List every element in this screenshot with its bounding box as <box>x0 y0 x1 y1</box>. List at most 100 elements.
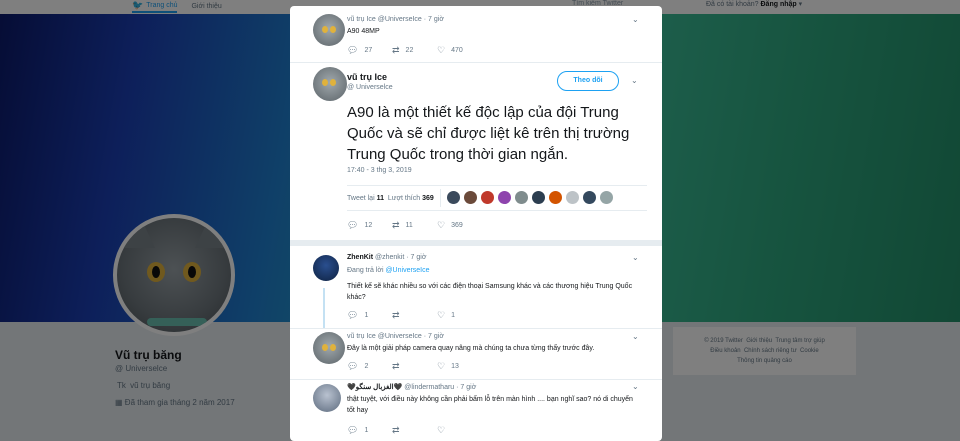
avatar[interactable] <box>313 332 345 364</box>
chevron-down-icon[interactable]: ⌄ <box>632 382 639 391</box>
main-tweet-handle[interactable]: @ Universelce <box>347 84 393 91</box>
avatar[interactable] <box>313 384 341 412</box>
reply-count: 1 <box>364 427 369 434</box>
liker-avatar[interactable] <box>480 190 494 204</box>
reply-button[interactable]: 💬︎ 27 <box>347 45 392 56</box>
tweet-author[interactable]: 🖤الغزبال سنگو🖤 <box>347 384 402 391</box>
reply-icon: 💬︎ <box>347 310 359 320</box>
retweet-button[interactable]: ⇄ 11 <box>392 220 437 231</box>
like-stat-label: Lượt thích <box>387 194 421 202</box>
retweet-button[interactable]: ⇄ <box>392 425 437 436</box>
reply-count: 1 <box>364 312 369 319</box>
like-button[interactable]: ♡ 1 <box>437 310 482 321</box>
avatar[interactable] <box>313 14 345 46</box>
like-button[interactable]: ♡ 369 <box>437 220 482 231</box>
follow-button[interactable]: Theo dõi <box>557 71 619 91</box>
likers-avatars <box>446 190 617 206</box>
tweet-actions: 💬︎ 2 ⇄ ♡ 13 <box>347 361 482 372</box>
liker-avatar[interactable] <box>531 190 545 204</box>
retweet-icon: ⇄ <box>392 425 400 435</box>
tweet-time[interactable]: · 7 giờ <box>424 16 444 23</box>
liker-avatar[interactable] <box>582 190 596 204</box>
heart-icon: ♡ <box>437 45 446 55</box>
reply-count: 12 <box>364 222 373 229</box>
retweet-button[interactable]: ⇄ <box>392 361 437 372</box>
tweet-time[interactable]: · 7 giờ <box>456 384 476 391</box>
retweet-count: 11 <box>405 222 413 229</box>
liker-avatar[interactable] <box>446 190 460 204</box>
retweet-stat[interactable]: Tweet lại 11 <box>347 195 384 202</box>
like-count: 13 <box>451 363 459 370</box>
replying-to-link[interactable]: @UniverseIce <box>385 267 429 274</box>
divider <box>290 328 662 329</box>
like-button[interactable]: ♡ <box>437 425 482 436</box>
liker-avatar[interactable] <box>548 190 562 204</box>
section-divider <box>290 240 662 246</box>
like-count: 470 <box>451 47 463 54</box>
tweet-author[interactable]: ZhenKit <box>347 254 373 261</box>
liker-avatar[interactable] <box>514 190 528 204</box>
reply-button[interactable]: 💬︎ 12 <box>347 220 392 231</box>
avatar[interactable] <box>313 67 347 101</box>
like-count: 1 <box>451 312 455 319</box>
reply-button[interactable]: 💬︎ 1 <box>347 425 392 436</box>
like-count: 369 <box>451 222 463 229</box>
tweet-text: Đây là một giải pháp camera quay nâng mà… <box>347 345 595 352</box>
tweet-author[interactable]: vũ trụ Ice <box>347 333 376 340</box>
tweet-handle[interactable]: @lindermatharu <box>404 384 454 391</box>
liker-avatar[interactable] <box>497 190 511 204</box>
tweet-handle[interactable]: @UniverseIce <box>378 333 422 340</box>
reply-count: 2 <box>364 363 369 370</box>
chevron-down-icon[interactable]: ⌄ <box>632 332 639 341</box>
chevron-down-icon[interactable]: ⌄ <box>631 76 638 85</box>
tweet-actions: 💬︎ 27 ⇄ 22 ♡ 470 <box>347 45 482 56</box>
retweet-icon: ⇄ <box>392 45 400 55</box>
reply-button[interactable]: 💬︎ 1 <box>347 310 392 321</box>
retweet-stat-label: Tweet lại <box>347 194 375 202</box>
retweet-icon: ⇄ <box>392 220 400 230</box>
main-tweet-author[interactable]: vũ trụ Ice <box>347 72 387 82</box>
retweet-count: 22 <box>405 47 414 54</box>
thread-line <box>323 288 325 328</box>
tweet-handle[interactable]: @UniverseIce <box>378 16 422 23</box>
tweet-author[interactable]: vũ trụ Ice <box>347 16 376 23</box>
liker-avatar[interactable] <box>463 190 477 204</box>
retweet-stat-count: 11 <box>376 194 384 202</box>
like-button[interactable]: ♡ 470 <box>437 45 482 56</box>
chevron-down-icon[interactable]: ⌄ <box>632 15 639 24</box>
tweet-text: A90 48MP <box>347 28 380 35</box>
like-button[interactable]: ♡ 13 <box>437 361 482 372</box>
reply-button[interactable]: 💬︎ 2 <box>347 361 392 372</box>
tweet-text: Thiết kế sẽ khác nhiều so với các điện t… <box>347 283 633 301</box>
heart-icon: ♡ <box>437 310 446 320</box>
retweet-icon: ⇄ <box>392 310 400 320</box>
tweet-time[interactable]: · 7 giờ <box>406 254 426 261</box>
liker-avatar[interactable] <box>565 190 579 204</box>
retweet-button[interactable]: ⇄ 22 <box>392 45 437 56</box>
avatar[interactable] <box>313 255 339 281</box>
like-stat[interactable]: Lượt thích 369 <box>388 195 434 202</box>
tweet-header: ZhenKit @zhenkit · 7 giờ <box>347 254 426 261</box>
retweet-button[interactable]: ⇄ <box>392 310 437 321</box>
like-stat-count: 369 <box>422 194 434 202</box>
tweet-text: thật tuyệt, với điều này không cần phải … <box>347 396 633 414</box>
chevron-down-icon[interactable]: ⌄ <box>632 253 639 262</box>
tweet-actions: 💬︎ 12 ⇄ 11 ♡ 369 <box>347 220 482 231</box>
divider <box>290 379 662 380</box>
replying-to: Đang trả lời @UniverseIce <box>347 267 430 274</box>
stats-separator <box>439 189 441 207</box>
reply-icon: 💬︎ <box>347 425 359 435</box>
tweet-stats: Tweet lại 11 Lượt thích 369 <box>347 185 647 211</box>
heart-icon: ♡ <box>437 220 446 230</box>
liker-avatar[interactable] <box>599 190 613 204</box>
tweet-time[interactable]: · 7 giờ <box>424 333 444 340</box>
reply-count: 27 <box>364 47 373 54</box>
tweet-header: 🖤الغزبال سنگو🖤 @lindermatharu · 7 giờ <box>347 383 476 391</box>
tweet-modal: vũ trụ Ice @UniverseIce · 7 giờ ⌄ A90 48… <box>290 6 662 441</box>
tweet-actions: 💬︎ 1 ⇄ ♡ 1 <box>347 310 482 321</box>
retweet-icon: ⇄ <box>392 361 400 371</box>
main-tweet-timestamp[interactable]: 17:40 - 3 thg 3, 2019 <box>347 167 412 174</box>
tweet-handle[interactable]: @zhenkit <box>375 254 404 261</box>
reply-icon: 💬︎ <box>347 361 359 371</box>
main-tweet-text: A90 là một thiết kế độc lập của đội Trun… <box>347 104 630 163</box>
